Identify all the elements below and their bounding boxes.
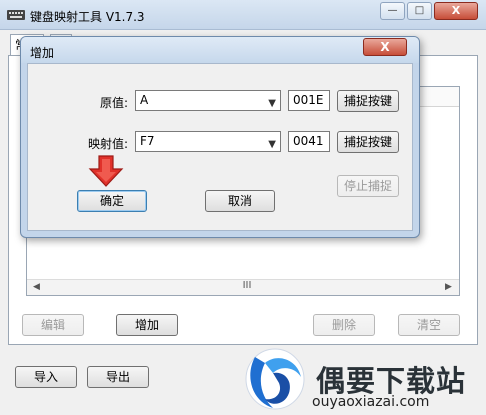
cancel-button[interactable]: 取消 xyxy=(205,190,275,212)
dialog-close-button[interactable]: X xyxy=(363,38,407,56)
original-code-field[interactable]: 001E xyxy=(288,90,330,111)
mapped-code-field[interactable]: 0041 xyxy=(288,131,330,152)
minimize-button[interactable]: — xyxy=(380,2,405,20)
clear-button[interactable]: 清空 xyxy=(398,314,460,336)
original-value-label: 原值: xyxy=(99,96,128,110)
mapped-value-text: F7 xyxy=(140,134,155,148)
window-close-button[interactable]: X xyxy=(434,2,478,20)
import-button[interactable]: 导入 xyxy=(15,366,77,388)
capture-mapped-button[interactable]: 捕捉按键 xyxy=(337,131,399,153)
stop-capture-button[interactable]: 停止捕捉 xyxy=(337,175,399,197)
add-button[interactable]: 增加 xyxy=(116,314,178,336)
edit-button[interactable]: 编辑 xyxy=(22,314,84,336)
mapped-value-select[interactable]: F7 ▼ xyxy=(135,131,281,152)
site-logo xyxy=(245,348,305,410)
keyboard-icon xyxy=(7,10,25,20)
dialog-title: 增加 xyxy=(30,46,55,60)
arrow-down-icon xyxy=(88,155,124,187)
scroll-thumb[interactable]: III xyxy=(217,280,277,291)
ok-button[interactable]: 确定 xyxy=(77,190,147,212)
watermark-url: ouyaoxiazai.com xyxy=(312,394,430,410)
original-value-select[interactable]: A ▼ xyxy=(135,90,281,111)
scroll-left-icon[interactable]: ◀ xyxy=(33,282,40,292)
window-title: 键盘映射工具 V1.7.3 xyxy=(30,10,145,24)
dialog-title-bar xyxy=(21,37,419,63)
original-value-text: A xyxy=(140,93,149,107)
chevron-down-icon: ▼ xyxy=(268,139,276,150)
capture-original-button[interactable]: 捕捉按键 xyxy=(337,90,399,112)
mapped-value-label: 映射值: xyxy=(87,137,128,151)
delete-button[interactable]: 删除 xyxy=(313,314,375,336)
chevron-down-icon: ▼ xyxy=(268,98,276,109)
maximize-button[interactable]: □ xyxy=(407,2,432,20)
scroll-right-icon[interactable]: ▶ xyxy=(445,282,452,292)
export-button[interactable]: 导出 xyxy=(87,366,149,388)
